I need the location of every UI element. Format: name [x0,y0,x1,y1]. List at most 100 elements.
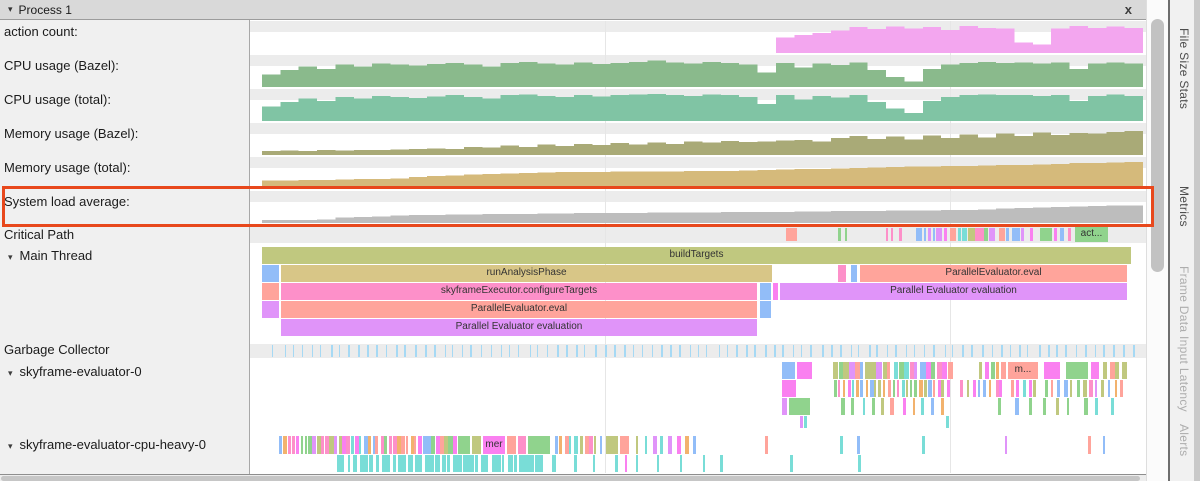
trace-tick[interactable] [968,228,975,241]
trace-slice[interactable] [840,436,843,454]
trace-slice-m[interactable]: m... [1008,362,1038,379]
trace-tick[interactable] [858,345,860,357]
trace-tick[interactable] [442,455,446,472]
trace-tick[interactable] [1056,398,1059,415]
trace-tick[interactable] [1040,228,1052,241]
trace-tick[interactable] [386,345,387,357]
trace-tick[interactable] [967,380,969,397]
trace-slice[interactable] [262,265,279,282]
trace-tick[interactable] [1021,228,1024,241]
trace-tick[interactable] [296,436,299,454]
trace-tick[interactable] [897,380,899,397]
trace-tick[interactable] [991,362,996,379]
trace-tick[interactable] [1001,362,1006,379]
trace-tick[interactable] [950,228,956,241]
trace-slice-skyframeexecutor-configuretargets[interactable]: skyframeExecutor.configureTargets [281,283,757,300]
trace-tick[interactable] [1115,380,1117,397]
trace-tick[interactable] [552,455,556,472]
trace-tick[interactable] [368,436,371,454]
trace-tick[interactable] [887,362,890,379]
trace-tick[interactable] [660,436,663,454]
trace-tick[interactable] [1123,345,1125,357]
trace-slice[interactable] [1044,362,1060,379]
trace-tick[interactable] [393,455,397,472]
trace-tick[interactable] [312,436,316,454]
trace-tick[interactable] [414,436,416,454]
trace-tick[interactable] [535,455,541,472]
trace-tick[interactable] [1054,228,1057,241]
trace-tick[interactable] [1085,345,1087,357]
trace-tick[interactable] [985,362,988,379]
trace-tick[interactable] [384,436,387,454]
trace-tick[interactable] [468,455,474,472]
trace-slice-parallel-evaluator-evaluation[interactable]: Parallel Evaluator evaluation [780,283,1127,300]
trace-tick[interactable] [645,436,648,454]
trace-tick[interactable] [670,345,672,357]
trace-tick[interactable] [1084,398,1088,415]
trace-tick[interactable] [652,345,654,357]
trace-slice[interactable] [1103,436,1105,454]
trace-tick[interactable] [874,380,876,397]
trace-tick[interactable] [845,228,847,241]
trace-slice[interactable] [528,436,550,454]
trace-tick[interactable] [952,345,953,357]
trace-tick[interactable] [831,345,833,357]
trace-tick[interactable] [668,436,672,454]
trace-tick[interactable] [557,345,559,357]
trace-tick[interactable] [894,362,898,379]
trace-slice[interactable] [922,436,925,454]
trace-tick[interactable] [376,455,379,472]
trace-tick[interactable] [1089,380,1092,397]
trace-tick[interactable] [430,455,434,472]
trace-tick[interactable] [945,345,946,357]
trace-tick[interactable] [1070,380,1072,397]
trace-tick[interactable] [559,436,562,454]
trace-tick[interactable] [928,228,931,241]
trace-tick[interactable] [342,455,344,472]
trace-tick[interactable] [931,398,935,415]
trace-slice[interactable] [804,416,807,428]
trace-tick[interactable] [1115,362,1119,379]
trace-tick[interactable] [1122,362,1127,379]
trace-slice[interactable] [797,362,812,379]
trace-tick[interactable] [339,345,340,357]
trace-tick[interactable] [1043,398,1045,415]
counter-chart-memory-usage-bazel[interactable] [250,125,1146,155]
trace-tick[interactable] [1001,345,1002,357]
trace-tick[interactable] [434,345,436,357]
trace-tick[interactable] [870,362,875,379]
trace-tick[interactable] [975,228,984,241]
trace-tick[interactable] [406,436,409,454]
trace-slice[interactable] [760,301,771,318]
trace-tick[interactable] [869,345,871,357]
trace-tick[interactable] [838,228,841,241]
trace-tick[interactable] [403,455,406,472]
trace-tick[interactable] [1083,380,1086,397]
trace-tick[interactable] [1101,380,1104,397]
trace-tick[interactable] [1029,380,1032,397]
trace-tick[interactable] [1076,345,1078,357]
trace-tick[interactable] [547,345,548,357]
collapse-arrow-icon[interactable]: ▾ [8,368,13,378]
trace-slice-parallel-evaluator-evaluation[interactable]: Parallel Evaluator evaluation [281,319,757,336]
trace-tick[interactable] [851,398,855,415]
trace-slice[interactable] [858,455,861,472]
horizontal-scrollbar[interactable] [0,474,1146,481]
trace-tick[interactable] [890,398,894,415]
trace-tick[interactable] [445,345,446,357]
trace-slice[interactable] [857,436,860,454]
trace-tick[interactable] [1011,380,1013,397]
horizontal-scrollbar-thumb[interactable] [1,476,1140,481]
trace-tick[interactable] [605,345,607,357]
trace-tick[interactable] [866,380,869,397]
trace-tick[interactable] [481,345,482,357]
trace-tick[interactable] [944,228,947,241]
trace-tick[interactable] [1019,345,1021,357]
vertical-scrollbar[interactable] [1146,0,1168,481]
trace-tick[interactable] [1103,362,1107,379]
trace-tick[interactable] [1010,345,1011,357]
trace-tick[interactable] [398,455,403,472]
trace-tick[interactable] [1006,228,1009,241]
trace-tick[interactable] [584,345,586,357]
trace-tick[interactable] [1023,380,1026,397]
